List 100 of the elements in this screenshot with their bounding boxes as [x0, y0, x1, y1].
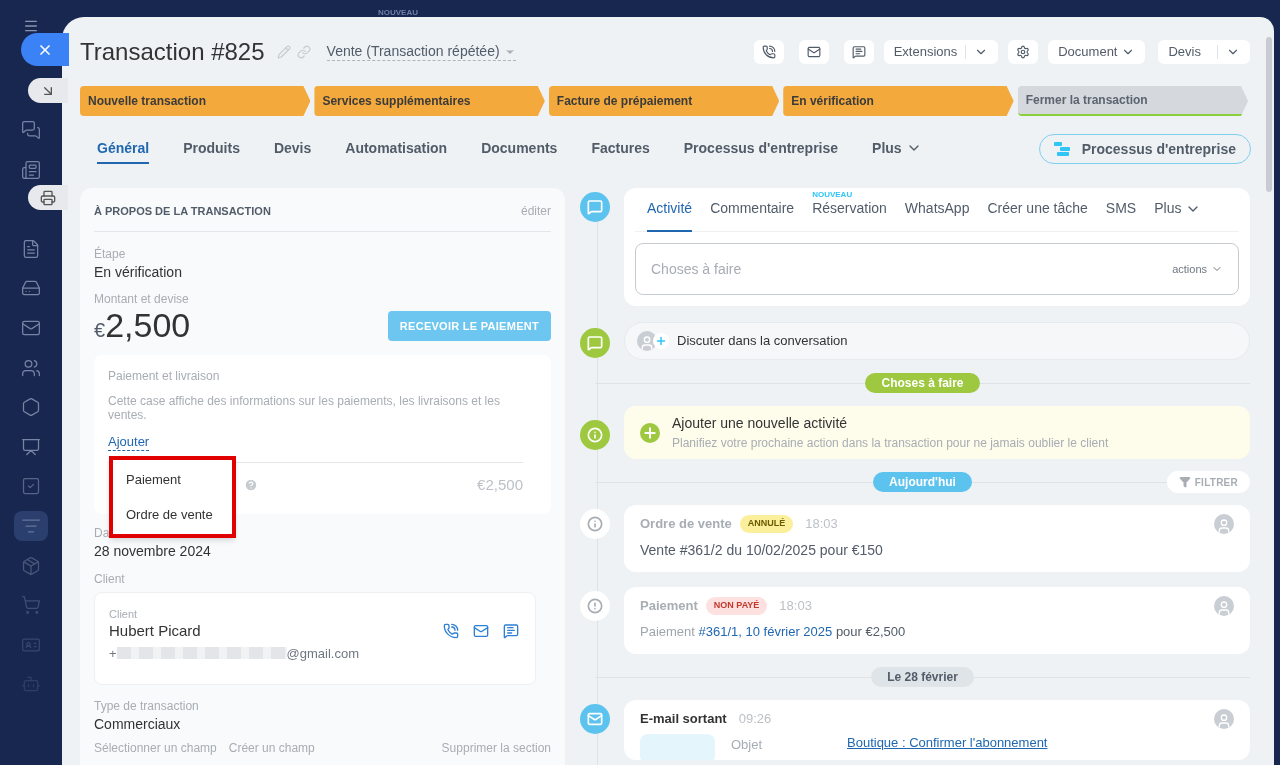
- tab[interactable]: Plus: [872, 134, 922, 164]
- activity-title: Ajouter une nouvelle activité: [672, 414, 849, 433]
- event-time: 09:26: [738, 710, 772, 729]
- plus-icon: [640, 422, 660, 443]
- section-title: À PROPOS DE LA TRANSACTION: [94, 203, 271, 219]
- new-label: NOUVEAU: [812, 189, 853, 199]
- field-label: Type de transaction: [94, 699, 200, 713]
- field-label: Da: [94, 526, 110, 540]
- tab[interactable]: Factures: [591, 134, 650, 164]
- event-time: 18:03: [805, 515, 838, 534]
- avatar: [1214, 596, 1234, 616]
- avatar: [637, 331, 657, 351]
- box-description: Cette case affiche des informations sur les paiements, les livraisons et les ventes.: [108, 394, 501, 422]
- composer-tab[interactable]: Activité: [647, 187, 693, 232]
- todo-text[interactable]: Choses à faire: [651, 258, 1173, 280]
- composer-tab[interactable]: Commentaire: [710, 187, 795, 232]
- composer-tab[interactable]: Créer une tâche: [987, 187, 1088, 232]
- event-title: E-mail sortant: [640, 710, 727, 729]
- tab[interactable]: Documents: [481, 134, 558, 164]
- transaction-title: Transaction #825: [80, 40, 265, 64]
- activity-hint: Planifiez votre prochaine action dans la transaction pour ne jamais oublier le client: [672, 435, 1109, 452]
- box-title: Paiement et livraison: [108, 369, 221, 383]
- currency-symbol: €: [94, 319, 106, 341]
- amount-value: 2,500: [105, 306, 191, 344]
- event-title: Paiement: [640, 597, 698, 616]
- sidebar-item[interactable]: [14, 510, 48, 541]
- email-suffix: @gmail.com: [286, 644, 360, 663]
- box-icon: [21, 555, 41, 576]
- news-icon: [21, 159, 41, 180]
- email-subject-link[interactable]: Boutique : Confirmer l'abonnement: [847, 734, 1048, 750]
- menu-item[interactable]: Ordre de vente: [126, 504, 232, 524]
- composer-tab[interactable]: SMS: [1105, 187, 1137, 232]
- chat-icon: [21, 120, 41, 140]
- chat-icon: [851, 45, 866, 59]
- minimize-button[interactable]: [28, 78, 68, 103]
- phone-icon: [761, 45, 776, 59]
- info-icon: [580, 509, 610, 539]
- add-link[interactable]: Ajouter: [108, 434, 150, 452]
- field-value: 28 novembre 2024: [94, 543, 212, 560]
- field-value: En vérification: [94, 264, 183, 281]
- mail-button[interactable]: [798, 40, 829, 64]
- tab[interactable]: Produits: [183, 134, 240, 164]
- settings-button[interactable]: [1008, 40, 1039, 64]
- document-icon: [21, 238, 41, 259]
- chat-icon[interactable]: [503, 623, 519, 640]
- payment-link[interactable]: #361/1, 10 février 2025: [698, 624, 833, 639]
- tab[interactable]: Devis: [273, 134, 312, 164]
- avatar: [1214, 514, 1234, 534]
- printer-icon: [40, 189, 56, 206]
- menu-item[interactable]: Paiement: [126, 470, 232, 490]
- composer-tab[interactable]: WhatsApp: [904, 187, 970, 232]
- process-icon: [1053, 141, 1072, 157]
- filter-icon: [1178, 476, 1191, 488]
- field-label: Étape: [94, 247, 127, 261]
- task-icon: [21, 476, 41, 497]
- tab[interactable]: Général: [97, 134, 150, 164]
- event-time: 18:03: [779, 597, 812, 616]
- add-activity-card[interactable]: Ajouter une nouvelle activité Planifiez votre prochaine action dans la transaction pour ne jamais oublier le client: [624, 406, 1250, 459]
- composer-tab[interactable]: Plus: [1154, 187, 1202, 232]
- chat-row[interactable]: Discuter dans la conversation: [624, 322, 1250, 360]
- phone-icon[interactable]: [443, 623, 459, 640]
- extensions-button[interactable]: Extensions: [883, 40, 999, 64]
- tab[interactable]: Automatisation: [345, 134, 448, 164]
- document-button[interactable]: Document: [1048, 40, 1146, 64]
- todo-input[interactable]: Choses à faire actions: [635, 243, 1239, 295]
- phone-button[interactable]: [753, 40, 784, 64]
- status-badge: NON PAYÉ: [705, 597, 768, 615]
- plus-icon: [653, 333, 669, 349]
- users-icon: [21, 357, 41, 378]
- phone-prefix: +: [109, 644, 117, 663]
- event-title: Ordre de vente: [640, 515, 732, 534]
- close-button[interactable]: [21, 33, 69, 66]
- field-label: Montant et devise: [94, 292, 190, 306]
- category-dropdown[interactable]: Vente (Transaction répétée): [326, 42, 516, 62]
- status-badge: ANNULÉ: [739, 515, 794, 533]
- actions-dropdown[interactable]: actions: [1172, 260, 1223, 278]
- quote-button[interactable]: Devis: [1158, 40, 1250, 64]
- stage-step[interactable]: Services supplémentaires: [314, 86, 545, 116]
- field-label: Client: [94, 572, 126, 586]
- subject-label: Objet: [731, 736, 764, 752]
- settings-icon: [1016, 45, 1031, 59]
- field-value: Commerciaux: [94, 716, 182, 733]
- mail-icon[interactable]: [473, 623, 489, 640]
- chat-button[interactable]: [843, 40, 874, 64]
- stage-step[interactable]: En vérification: [783, 86, 1014, 116]
- stage-step[interactable]: Nouvelle transaction: [80, 86, 311, 116]
- stage-step[interactable]: Fermer la transaction: [1017, 86, 1249, 116]
- chat-icon: [580, 328, 610, 358]
- stage-step[interactable]: Facture de prépaiement: [548, 86, 780, 116]
- total-amount: €2,500: [477, 474, 523, 495]
- print-button[interactable]: [28, 185, 68, 210]
- tab[interactable]: Processus d'entreprise: [683, 134, 839, 164]
- menu-icon[interactable]: [23, 20, 39, 32]
- event-text: Paiement #361/1, 10 février 2025 pour €2,500: [640, 623, 907, 641]
- mail-icon: [580, 704, 610, 734]
- info-icon: [580, 419, 610, 450]
- hexagon-icon: [21, 397, 41, 418]
- avatar: [1214, 709, 1234, 729]
- mail-icon: [806, 45, 821, 59]
- cart-icon: [21, 595, 41, 616]
